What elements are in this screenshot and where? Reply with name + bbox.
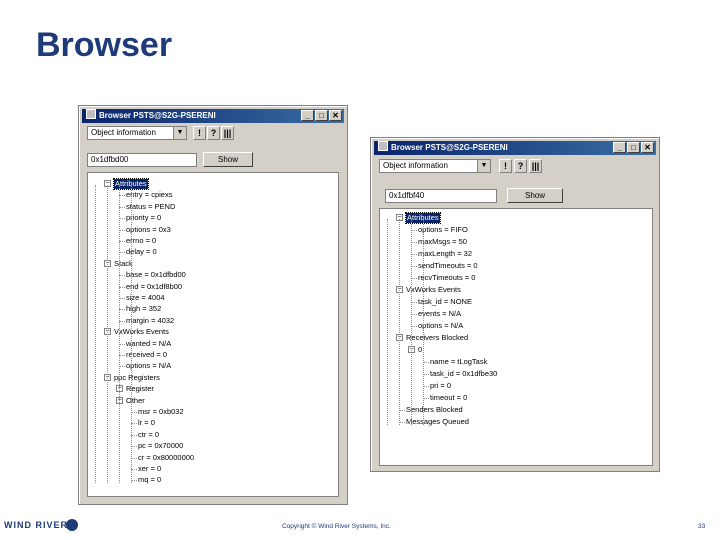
- tree-node[interactable]: sendTimeouts = 0: [418, 261, 478, 271]
- tree-node[interactable]: options = FIFO: [418, 225, 468, 235]
- tree-node[interactable]: xer = 0: [138, 464, 161, 474]
- window-1-title: Browser PSTS@S2G-PSERENI: [99, 111, 216, 120]
- tree-node[interactable]: ctr = 0: [138, 430, 159, 440]
- tree-guide-line: [119, 185, 120, 483]
- window-2-titlebar[interactable]: Browser PSTS@S2G-PSERENI _ □ ✕: [374, 141, 656, 155]
- tree-guide-line: [399, 219, 400, 425]
- view-select-value: Object information: [383, 161, 448, 170]
- copyright-text: Copyright © Wind River Systems, Inc.: [282, 523, 391, 530]
- tree-guide-line: [107, 185, 108, 483]
- show-button[interactable]: Show: [203, 152, 253, 167]
- tree-node[interactable]: lr = 0: [138, 418, 155, 428]
- wind-river-logo: WIND RIVER: [4, 520, 68, 530]
- tree-node[interactable]: Messages Queued: [406, 417, 469, 427]
- view-select[interactable]: Object information ▼: [379, 159, 491, 173]
- minimize-button[interactable]: _: [301, 110, 314, 121]
- browser-window-2: Browser PSTS@S2G-PSERENI _ □ ✕ Object in…: [370, 137, 660, 472]
- tree-node[interactable]: mq = 0: [138, 475, 161, 485]
- chevron-down-icon[interactable]: ▼: [173, 127, 186, 139]
- browser-window-1: Browser PSTS@S2G-PSERENI _ □ ✕ Object in…: [78, 105, 348, 505]
- tree-node[interactable]: end = 0x1df8b00: [126, 282, 182, 292]
- tree-node[interactable]: margin = 4032: [126, 316, 174, 326]
- tree-node[interactable]: task_id = NONE: [418, 297, 472, 307]
- maximize-button[interactable]: □: [627, 142, 640, 153]
- window-2-title: Browser PSTS@S2G-PSERENI: [391, 143, 508, 152]
- tree-node[interactable]: status = PEND: [126, 202, 175, 212]
- tree-node[interactable]: recvTimeouts = 0: [418, 273, 475, 283]
- object-tree[interactable]: − Attributes entry = cpiexs status = PEND pr…: [87, 172, 339, 497]
- chevron-down-icon[interactable]: ▼: [477, 160, 490, 172]
- tree-node[interactable]: name = tLogTask: [430, 357, 487, 367]
- window-1-titlebar[interactable]: Browser PSTS@S2G-PSERENI _ □ ✕: [82, 109, 344, 123]
- help-button[interactable]: ?: [207, 126, 220, 140]
- help-button[interactable]: ?: [514, 159, 527, 173]
- tree-node[interactable]: cr = 0x80000000: [138, 453, 194, 463]
- logo-mark-icon: [66, 519, 78, 531]
- tree-node[interactable]: events = N/A: [418, 309, 461, 319]
- refresh-button[interactable]: !: [499, 159, 512, 173]
- tree-node[interactable]: 0: [418, 345, 422, 355]
- spy-button[interactable]: |||: [529, 159, 542, 173]
- tree-node[interactable]: task_id = 0x1dfbe30: [430, 369, 497, 379]
- tree-node[interactable]: maxMsgs = 50: [418, 237, 467, 247]
- tree-node[interactable]: options = N/A: [126, 361, 171, 371]
- tree-node[interactable]: timeout = 0: [430, 393, 467, 403]
- tree-node[interactable]: maxLength = 32: [418, 249, 472, 259]
- tree-guide-line: [131, 185, 132, 483]
- app-icon: [378, 141, 388, 151]
- view-select-value: Object information: [91, 128, 156, 137]
- spy-button[interactable]: |||: [221, 126, 234, 140]
- page-number: 33: [698, 523, 706, 530]
- tree-node[interactable]: entry = cpiexs: [126, 190, 172, 200]
- tree-node[interactable]: base = 0x1dfbd00: [126, 270, 186, 280]
- view-select[interactable]: Object information ▼: [87, 126, 187, 140]
- object-tree[interactable]: − Attributes options = FIFO maxMsgs = 50 max…: [379, 208, 653, 466]
- address-input[interactable]: 0x1dfbf40: [385, 189, 497, 203]
- tree-guide-line: [423, 219, 424, 425]
- tree-guide-line: [411, 219, 412, 425]
- maximize-button[interactable]: □: [315, 110, 328, 121]
- tree-node[interactable]: ppc Registers: [114, 373, 160, 383]
- app-icon: [86, 109, 96, 119]
- tree-node[interactable]: wanted = N/A: [126, 339, 171, 349]
- tree-guide-line: [387, 219, 388, 425]
- address-input[interactable]: 0x1dfbd00: [87, 153, 197, 167]
- tree-node[interactable]: msr = 0xb032: [138, 407, 184, 417]
- tree-node[interactable]: options = N/A: [418, 321, 463, 331]
- close-button[interactable]: ✕: [641, 142, 654, 153]
- tree-node[interactable]: VxWorks Events: [406, 285, 461, 295]
- minimize-button[interactable]: _: [613, 142, 626, 153]
- tree-node[interactable]: pri = 0: [430, 381, 451, 391]
- tree-node[interactable]: Receivers Blocked: [406, 333, 468, 343]
- tree-guide-line: [95, 185, 96, 483]
- tree-node[interactable]: Stack: [114, 259, 133, 269]
- tree-node[interactable]: Other: [126, 396, 145, 406]
- tree-node[interactable]: received = 0: [126, 350, 167, 360]
- show-button[interactable]: Show: [507, 188, 563, 203]
- tree-node[interactable]: options = 0x3: [126, 225, 171, 235]
- tree-node[interactable]: VxWorks Events: [114, 327, 169, 337]
- close-button[interactable]: ✕: [329, 110, 342, 121]
- refresh-button[interactable]: !: [193, 126, 206, 140]
- tree-node[interactable]: pc = 0x70000: [138, 441, 183, 451]
- slide-title: Browser: [36, 26, 173, 64]
- tree-node[interactable]: Senders Blocked: [406, 405, 463, 415]
